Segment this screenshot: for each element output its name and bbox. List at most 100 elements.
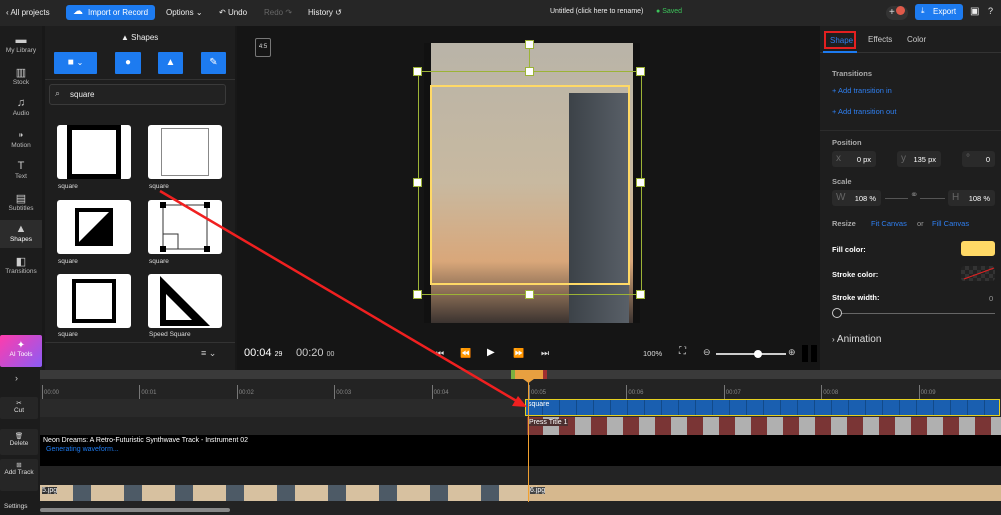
timeline-tick: 00:09 xyxy=(918,385,936,399)
rewind-button[interactable]: ⏪ xyxy=(460,348,471,359)
scale-width-input[interactable]: W 108 % xyxy=(832,190,881,206)
rail-motion[interactable]: ⁍ Motion xyxy=(0,129,42,149)
position-y-input[interactable]: y 135 px xyxy=(897,151,941,167)
chevron-down-icon: ⌄ xyxy=(208,348,217,358)
chat-icon[interactable]: ▣ xyxy=(970,6,979,17)
or-label: or xyxy=(917,219,924,228)
rectangle-shape-button[interactable]: ■ ⌄ xyxy=(54,52,97,74)
shapes-icon: ▲ xyxy=(121,33,129,42)
fill-color-swatch[interactable] xyxy=(961,241,995,256)
rail-label: Transitions xyxy=(5,268,37,275)
skip-start-button[interactable]: ⏮ xyxy=(436,348,444,359)
shape-result[interactable] xyxy=(57,125,131,179)
timeline-scrollbar[interactable] xyxy=(40,508,230,512)
zoom-out-icon[interactable]: ⊖ xyxy=(703,347,711,358)
tab-shape[interactable]: Shape xyxy=(824,31,856,49)
redo-label: Redo xyxy=(264,8,284,17)
help-icon[interactable]: ? xyxy=(988,6,993,16)
project-title[interactable]: Untitled (click here to rename) xyxy=(550,8,643,15)
timeline-tick: 00:02 xyxy=(236,385,254,399)
add-collaborator-avatar[interactable]: + xyxy=(886,6,908,20)
image-clip-5[interactable]: 5.jpg xyxy=(40,485,528,501)
add-track-button[interactable]: ⊞ Add Track xyxy=(0,459,38,491)
fill-canvas-link[interactable]: Fill Canvas xyxy=(932,219,969,228)
settings-button[interactable]: Settings xyxy=(4,503,28,510)
title-clip[interactable]: Press Title 1 xyxy=(527,417,1001,435)
sort-filter-button[interactable]: ≡ ⌄ xyxy=(201,348,216,359)
fullscreen-icon[interactable]: ⛶ xyxy=(679,346,686,357)
ai-tools-button[interactable]: ✦ AI Tools xyxy=(0,335,42,367)
all-projects-link[interactable]: ‹ All projects xyxy=(6,8,50,17)
tab-color[interactable]: Color xyxy=(907,35,926,44)
draw-shape-button[interactable]: ✎ xyxy=(201,52,226,74)
audio-clip[interactable]: Neon Dreams: A Retro-Futuristic Synthwav… xyxy=(40,435,1001,466)
resize-label: Resize xyxy=(832,219,856,228)
fit-canvas-link[interactable]: Fit Canvas xyxy=(871,219,907,228)
zoom-slider[interactable] xyxy=(716,350,786,358)
shape-clip[interactable]: square xyxy=(525,399,1000,416)
add-transition-out-link[interactable]: + Add transition out xyxy=(832,107,896,116)
resize-handle[interactable] xyxy=(413,178,422,187)
triangle-shape-button[interactable]: ▲ xyxy=(158,52,183,74)
delete-button[interactable]: 🗑 Delete xyxy=(0,429,38,455)
rail-text[interactable]: T Text xyxy=(0,160,42,180)
shape-result[interactable] xyxy=(57,200,131,254)
play-button[interactable]: ▶ xyxy=(487,347,495,358)
rail-my-library[interactable]: ▬ My Library xyxy=(0,34,42,54)
rail-subtitles[interactable]: ▤ Subtitles xyxy=(0,192,42,212)
resize-handle[interactable] xyxy=(636,67,645,76)
resize-handle[interactable] xyxy=(413,67,422,76)
zoom-level[interactable]: 100% xyxy=(643,349,662,358)
import-record-button[interactable]: ☁ Import or Record xyxy=(66,5,155,20)
rail-stock[interactable]: ▥ Stock xyxy=(0,66,42,86)
aspect-ratio-button[interactable]: 4:5 xyxy=(255,38,271,57)
add-transition-in-link[interactable]: + Add transition in xyxy=(832,86,892,95)
stroke-color-swatch[interactable] xyxy=(961,266,995,281)
rotation-input[interactable]: ° 0 xyxy=(962,151,995,167)
shape-search-input[interactable]: ⌕ square xyxy=(49,84,226,105)
resize-handle[interactable] xyxy=(636,178,645,187)
shape-result[interactable] xyxy=(148,125,222,179)
skip-end-button[interactable]: ⏭ xyxy=(541,348,549,359)
rail-audio[interactable]: ♫ Audio xyxy=(0,97,42,117)
scale-height-input[interactable]: H 108 % xyxy=(948,190,995,206)
tab-effects[interactable]: Effects xyxy=(868,35,892,44)
rotate-handle[interactable] xyxy=(525,40,534,49)
options-label: Options xyxy=(166,8,194,17)
resize-handle[interactable] xyxy=(525,67,534,76)
resize-handle[interactable] xyxy=(413,290,422,299)
rail-shapes[interactable]: ▲ Shapes xyxy=(0,220,42,248)
resize-handle[interactable] xyxy=(525,290,534,299)
undo-button[interactable]: ↶ Undo xyxy=(219,8,247,17)
options-menu[interactable]: Options ⌄ xyxy=(166,8,203,17)
zoom-slider-knob[interactable] xyxy=(754,350,762,358)
panel-title: ▲ Shapes xyxy=(121,33,158,42)
cut-button[interactable]: ✂ Cut xyxy=(0,397,38,419)
history-button[interactable]: History ↺ xyxy=(308,8,342,17)
shape-result-label: square xyxy=(58,258,78,265)
stroke-width-knob[interactable] xyxy=(832,308,842,318)
position-x-input[interactable]: x0 px xyxy=(832,151,876,167)
sparkle-icon: ✦ xyxy=(16,340,26,351)
shape-result[interactable] xyxy=(57,274,131,328)
circle-shape-button[interactable]: ● xyxy=(115,52,141,74)
fast-forward-button[interactable]: ⏩ xyxy=(513,348,524,359)
link-scale-icon[interactable]: ⚭ xyxy=(908,190,921,201)
redo-button[interactable]: Redo ↷ xyxy=(264,8,292,17)
pencil-icon: ✎ xyxy=(209,57,218,68)
export-button[interactable]: ⤓ Export xyxy=(915,4,963,20)
rail-transitions[interactable]: ◧ Transitions xyxy=(0,255,42,275)
shape-result[interactable] xyxy=(148,200,222,254)
stroke-width-slider[interactable] xyxy=(836,313,995,314)
animation-section-toggle[interactable]: › Animation xyxy=(832,334,881,345)
playhead-line[interactable] xyxy=(528,382,529,502)
triangle-icon: ▲ xyxy=(165,57,176,68)
shape-result[interactable] xyxy=(148,274,222,328)
shape-result-label: square xyxy=(58,331,78,338)
saved-status: ● Saved xyxy=(656,8,682,15)
zoom-in-icon[interactable]: ⊕ xyxy=(788,347,796,358)
ai-tools-label: AI Tools xyxy=(9,351,33,358)
resize-handle[interactable] xyxy=(636,290,645,299)
expand-chevron-icon[interactable]: › xyxy=(15,373,18,383)
image-clip-6[interactable]: 6.jpg xyxy=(528,485,1001,501)
